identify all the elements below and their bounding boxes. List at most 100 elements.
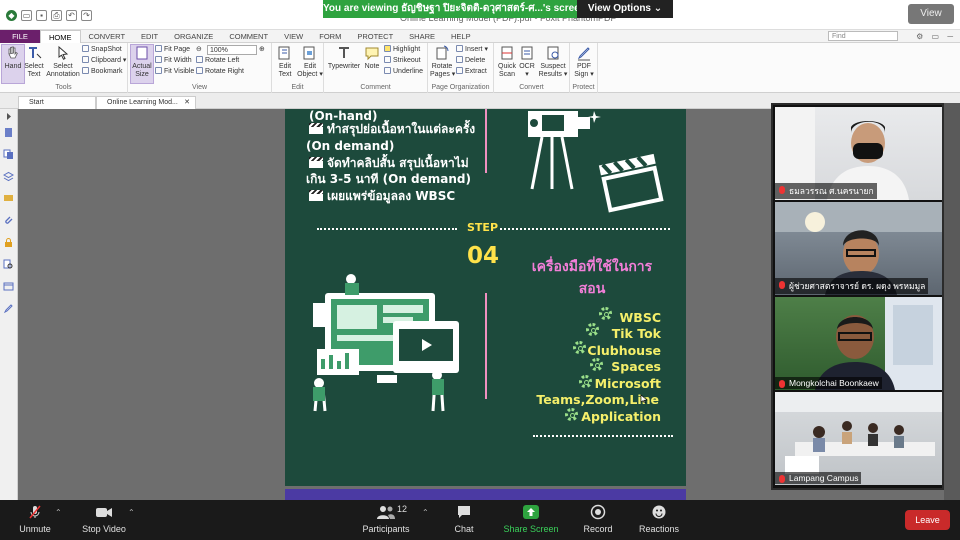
comment-group-label: Comment — [360, 84, 391, 91]
typewriter-icon — [339, 47, 349, 58]
clipboard-button[interactable]: Clipboard ▾ — [82, 56, 126, 66]
tab-file[interactable]: FILE — [0, 29, 40, 43]
vertical-scrollbar[interactable] — [944, 103, 960, 500]
fit-page-button[interactable]: Fit Page — [155, 45, 190, 55]
expand-pane-icon[interactable] — [3, 111, 14, 122]
participants-label: Participants — [362, 524, 410, 534]
view-button[interactable]: View — [908, 4, 954, 24]
dotted-rule-left — [317, 228, 457, 230]
select-annotation-button[interactable]: Select Annotation — [46, 45, 80, 79]
insert-button[interactable]: Insert ▾ — [456, 45, 488, 55]
edit-object-button[interactable]: Edit Object ▾ — [297, 45, 323, 79]
pdf-sign-button[interactable]: PDF Sign ▾ — [572, 45, 596, 79]
hand-button[interactable]: Hand — [1, 44, 25, 84]
video-tile-3[interactable]: Mongkolchai Boonkaew — [775, 297, 942, 390]
tab-start[interactable]: Start — [18, 96, 96, 109]
security-panel-icon[interactable] — [3, 237, 14, 248]
tab-edit[interactable]: EDIT — [133, 30, 166, 43]
leave-button[interactable]: Leave — [905, 510, 950, 530]
tab-view[interactable]: VIEW — [276, 30, 311, 43]
undo-icon[interactable]: ↶ — [66, 10, 77, 21]
tab-protect[interactable]: PROTECT — [349, 30, 401, 43]
note-button[interactable]: Note — [362, 45, 382, 71]
suspect-results-button[interactable]: Suspect Results ▾ — [537, 45, 569, 79]
layers-panel-icon[interactable] — [3, 171, 14, 182]
extract-label: Extract — [465, 68, 487, 75]
ocr-button[interactable]: OCR ▾ — [518, 45, 536, 79]
bookmark-button[interactable]: Bookmark — [82, 67, 123, 77]
unmute-button[interactable]: Unmute — [14, 504, 56, 534]
tab-convert[interactable]: CONVERT — [81, 30, 134, 43]
zoom-screen-share-window: ◆ ▭ ▪ ⎙ ↶ ↷ Online Learning Model (PDF).… — [0, 0, 960, 540]
video-tile-2[interactable]: ผู้ช่วยศาสตราจารย์ ดร. ผดุง พรหมมูล — [775, 202, 942, 295]
quick-scan-button[interactable]: Quick Scan — [496, 45, 518, 79]
strikeout-button[interactable]: Strikeout — [384, 56, 421, 66]
stop-video-label: Stop Video — [82, 524, 126, 534]
fit-width-button[interactable]: Fit Width — [155, 56, 192, 66]
tab-organize[interactable]: ORGANIZE — [166, 30, 221, 43]
video-options-caret-icon[interactable]: ⌃ — [128, 508, 135, 517]
stop-video-button[interactable]: Stop Video — [78, 504, 130, 534]
video-tile-4[interactable]: Lampang Campus — [775, 392, 942, 485]
video-tile-1[interactable]: ธมลวรรณ ศ.นครนายก — [775, 107, 942, 200]
edit-text-label: Edit Text — [278, 63, 292, 78]
next-pdf-page — [285, 489, 686, 500]
comments-panel-icon[interactable] — [3, 193, 14, 204]
search-panel-icon[interactable] — [3, 259, 14, 270]
tab-share[interactable]: SHARE — [401, 30, 443, 43]
actual-size-label: Actual Size — [132, 63, 152, 78]
underline-button[interactable]: Underline — [384, 67, 423, 77]
actual-size-button[interactable]: Actual Size — [130, 44, 154, 84]
tab-form[interactable]: FORM — [311, 30, 349, 43]
tab-help[interactable]: HELP — [443, 30, 479, 43]
tool-item-4: Spaces — [611, 359, 661, 374]
find-input[interactable]: Find — [828, 31, 898, 41]
pages-panel-icon[interactable] — [3, 149, 14, 160]
delete-button[interactable]: Delete — [456, 56, 485, 66]
record-button[interactable]: Record — [578, 504, 618, 534]
share-screen-button[interactable]: Share Screen — [500, 504, 562, 534]
tab-online-learning-model[interactable]: Online Learning Mod... ✕ — [96, 96, 196, 109]
record-icon — [590, 504, 606, 520]
attachments-panel-icon[interactable] — [3, 215, 14, 226]
participant-name-4: Lampang Campus — [775, 472, 862, 484]
rotate-pages-button[interactable]: Rotate Pages ▾ — [430, 45, 455, 79]
save-icon[interactable]: ▪ — [36, 10, 47, 21]
rotate-right-button[interactable]: Rotate Right — [196, 67, 244, 77]
zoom-in-icon[interactable]: ⊕ — [259, 45, 265, 55]
reactions-button[interactable]: Reactions — [634, 504, 684, 534]
view-button-label: View — [920, 8, 942, 19]
participants-button[interactable]: 12 Participants — [360, 504, 412, 534]
audio-options-caret-icon[interactable]: ⌃ — [55, 508, 62, 517]
zoom-select[interactable]: 100% — [207, 45, 257, 55]
pdf-sign-label: PDF Sign ▾ — [574, 63, 594, 78]
participants-options-caret-icon[interactable]: ⌃ — [422, 508, 429, 517]
open-icon[interactable]: ▭ — [21, 10, 32, 21]
redo-icon[interactable]: ↷ — [81, 10, 92, 21]
fit-visible-button[interactable]: Fit Visible — [155, 67, 194, 77]
extract-button[interactable]: Extract — [456, 67, 487, 77]
dotted-rule-right — [500, 228, 670, 230]
typewriter-button[interactable]: Typewriter — [327, 45, 361, 71]
tab-comment[interactable]: COMMENT — [221, 30, 276, 43]
bookmarks-panel-icon[interactable] — [3, 127, 14, 138]
content-panel-icon[interactable] — [3, 281, 14, 292]
rotate-right-icon — [196, 67, 203, 74]
signature-panel-icon[interactable] — [3, 303, 14, 314]
rotate-left-button[interactable]: Rotate Left — [196, 56, 239, 66]
underline-label: Underline — [393, 68, 423, 75]
zoom-out-icon[interactable]: ⊖ — [196, 45, 202, 55]
document-canvas[interactable]: (On-hand) ทำสรุปย่อเนื้อหาในแต่ละครั้ง (… — [18, 109, 772, 500]
print-icon[interactable]: ⎙ — [51, 10, 62, 21]
chat-button[interactable]: Chat — [446, 504, 482, 534]
edit-text-button[interactable]: Edit Text — [274, 45, 296, 79]
window-controls[interactable]: ⚙ ▭ ─ — [916, 30, 956, 43]
select-text-button[interactable]: Select Text — [24, 45, 44, 79]
close-tab-icon[interactable]: ✕ — [184, 97, 190, 109]
highlight-button[interactable]: Highlight — [384, 45, 420, 55]
tab-home[interactable]: HOME — [40, 29, 81, 43]
record-label: Record — [583, 524, 613, 534]
fit-visible-icon — [155, 67, 162, 74]
view-options-button[interactable]: View Options ⌄ — [577, 0, 673, 18]
snapshot-button[interactable]: SnapShot — [82, 45, 122, 55]
